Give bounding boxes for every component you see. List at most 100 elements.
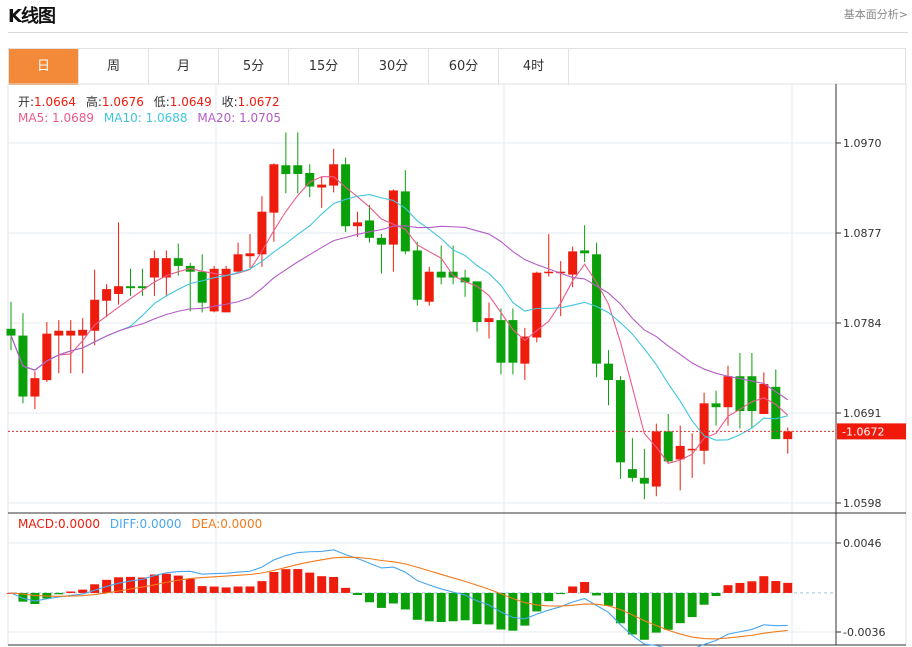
- macd-bar-positive: [233, 586, 243, 593]
- macd-bar-negative: [365, 592, 374, 603]
- candle-up: [388, 190, 398, 245]
- candle-down: [592, 254, 602, 364]
- candle-up: [114, 286, 124, 294]
- candle-up: [424, 271, 434, 302]
- candle-down: [604, 363, 613, 381]
- macd-bar-negative: [353, 592, 363, 596]
- macd-bar-negative: [448, 592, 458, 622]
- macd-bar-negative: [400, 592, 410, 610]
- candle-down: [400, 191, 410, 252]
- chart-frame: [7, 83, 907, 646]
- macd-bar-positive: [317, 576, 327, 593]
- open-value: 1.0664: [34, 95, 77, 109]
- candle-up: [90, 299, 100, 331]
- candle-up: [209, 268, 219, 312]
- candle-down: [412, 250, 422, 300]
- candle-down: [639, 477, 649, 484]
- macd-bar-negative: [687, 592, 697, 618]
- macd-bar-positive: [341, 587, 351, 593]
- candle-down: [472, 281, 482, 323]
- candle-down: [173, 258, 183, 266]
- ma5-value: MA5: 1.0689: [18, 111, 95, 125]
- candle-down: [496, 320, 506, 363]
- candle-up: [353, 222, 363, 227]
- candle-down: [293, 165, 303, 174]
- ma20-line: [10, 225, 789, 401]
- macd-bar-positive: [568, 586, 578, 593]
- macd-bar-negative: [556, 592, 566, 595]
- diff-value: DIFF:0.0000: [109, 517, 182, 531]
- macd-bar-positive: [281, 569, 291, 593]
- candle-up: [329, 164, 339, 186]
- candle-up: [317, 184, 327, 188]
- candle-down: [615, 380, 625, 463]
- candle-down: [580, 250, 590, 254]
- macd-bar-negative: [424, 592, 434, 622]
- price-tick-label: 1.0970: [843, 137, 882, 150]
- macd-bar-positive: [783, 582, 793, 593]
- candle-down: [281, 165, 291, 174]
- candle-up: [544, 271, 554, 274]
- macd-bar-negative: [699, 592, 709, 605]
- macd-bar-positive: [735, 582, 745, 593]
- high-value: 1.0676: [101, 95, 144, 109]
- candle-down: [197, 271, 207, 303]
- macd-bar-negative: [496, 592, 506, 630]
- macd-bar-negative: [663, 592, 673, 630]
- macd-bar-positive: [126, 576, 135, 593]
- low-value: 1.0649: [169, 95, 212, 109]
- candle-up: [102, 289, 112, 301]
- macd-bar-positive: [747, 581, 757, 593]
- candle-up: [651, 431, 661, 487]
- price-tick-label: 1.0691: [843, 407, 882, 420]
- macd-bar-negative: [388, 592, 398, 604]
- candle-up: [257, 211, 267, 255]
- price-tick-label: 1.0877: [843, 227, 882, 240]
- macd-bar-positive: [771, 581, 781, 593]
- macd-bar-positive: [580, 582, 590, 593]
- macd-bar-positive: [221, 587, 231, 593]
- ma5-line: [10, 176, 789, 464]
- candle-up: [78, 329, 88, 336]
- macd-bar-negative: [711, 592, 721, 597]
- macd-bar-negative: [484, 592, 494, 625]
- macd-bar-negative: [544, 592, 554, 602]
- macd-bar-negative: [639, 592, 649, 640]
- candle-down: [376, 237, 386, 245]
- candle-up: [149, 258, 159, 278]
- macd-bar-positive: [173, 575, 183, 593]
- macd-bar-negative: [520, 592, 530, 626]
- candle-down: [126, 286, 135, 289]
- candle-up: [30, 378, 40, 397]
- macd-legend: MACD:0.0000 DIFF:0.0000 DEA:0.0000: [18, 517, 268, 531]
- macd-bar-positive: [293, 569, 303, 593]
- close-label: 收:: [221, 95, 238, 109]
- candle-down: [6, 328, 16, 336]
- candle-up: [723, 376, 733, 408]
- current-price-label: -1.0672: [842, 425, 884, 438]
- macd-bar-positive: [209, 586, 219, 593]
- ma-legend: MA5: 1.0689 MA10: 1.0688 MA20: 1.0705: [18, 111, 287, 125]
- candle-up: [66, 330, 76, 336]
- macd-bar-negative: [592, 592, 602, 596]
- macd-tick-label: 0.0046: [843, 537, 882, 550]
- macd-bar-positive: [329, 576, 339, 593]
- macd-bar-negative: [532, 592, 542, 612]
- ma10-value: MA10: 1.0688: [103, 111, 188, 125]
- macd-bar-positive: [269, 571, 279, 593]
- candle-up: [233, 254, 243, 272]
- ma10-line: [10, 194, 788, 441]
- candle-down: [436, 271, 446, 278]
- macd-bar-positive: [257, 581, 267, 593]
- macd-bar-negative: [54, 592, 64, 595]
- candle-up: [783, 431, 793, 440]
- candle-down: [711, 403, 721, 408]
- candle-up: [675, 445, 685, 460]
- macd-bar-negative: [412, 592, 422, 620]
- candle-up: [484, 318, 494, 323]
- candle-down: [365, 220, 374, 238]
- candle-up: [42, 333, 52, 381]
- macd-bar-negative: [376, 592, 386, 608]
- close-value: 1.0672: [237, 95, 280, 109]
- candle-up: [699, 403, 709, 451]
